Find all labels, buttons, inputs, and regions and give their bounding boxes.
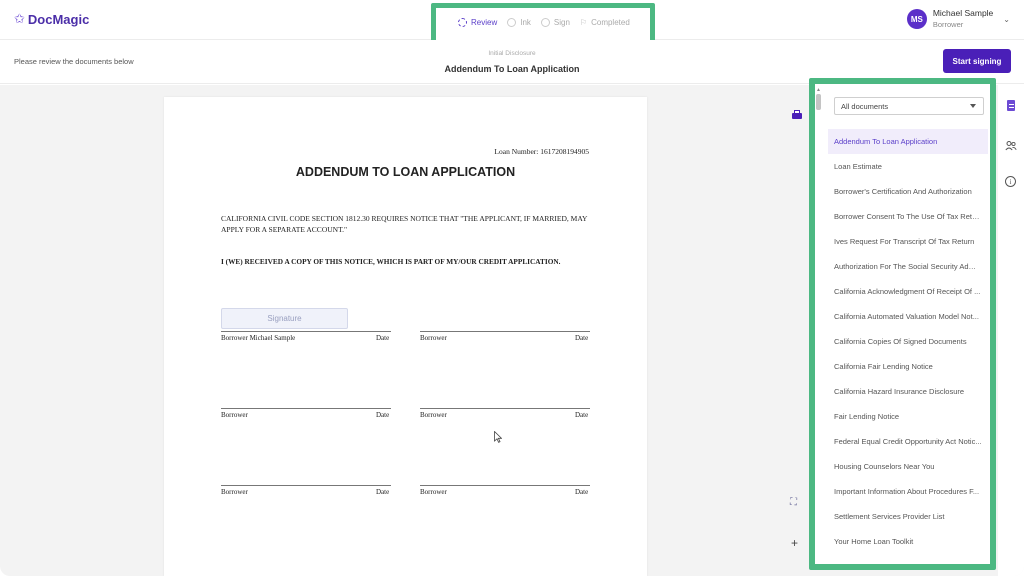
fit-screen-icon[interactable]: ⛶	[790, 497, 802, 509]
step-circle-icon	[507, 18, 517, 27]
steps-highlight-box: Review Ink Sign ⚐ Completed	[431, 3, 655, 45]
chevron-down-icon[interactable]: ⌄	[1003, 15, 1010, 24]
step-label: Ink	[520, 18, 531, 27]
scrollbar-thumb[interactable]	[816, 94, 821, 110]
signature-field-button[interactable]: Signature	[221, 308, 348, 329]
borrower-label: Borrower	[221, 488, 248, 496]
borrower-label: Borrower	[420, 334, 447, 342]
mouse-cursor-icon	[494, 431, 502, 443]
signature-line	[420, 331, 590, 332]
flag-icon: ⚐	[579, 18, 588, 27]
step-ink[interactable]: Ink	[507, 18, 531, 27]
document-title: Addendum To Loan Application	[444, 64, 580, 74]
logo[interactable]: ✩ DocMagic	[14, 11, 89, 27]
date-label: Date	[575, 488, 589, 496]
document-list-item[interactable]: Fair Lending Notice	[828, 404, 988, 429]
user-menu[interactable]: MS Michael Sample Borrower ⌄	[906, 8, 1010, 30]
document-list-item[interactable]: Loan Estimate	[828, 154, 988, 179]
printer-icon[interactable]	[790, 110, 804, 122]
document-list-item[interactable]: Borrower's Certification And Authorizati…	[828, 179, 988, 204]
user-name: Michael Sample	[932, 8, 994, 18]
start-signing-button[interactable]: Start signing	[943, 49, 1011, 73]
step-sign[interactable]: Sign	[540, 18, 570, 27]
document-list-item[interactable]: Ives Request For Transcript Of Tax Retur…	[828, 229, 988, 254]
document-category: Initial Disclosure	[488, 50, 536, 57]
step-label: Sign	[553, 18, 570, 27]
step-completed[interactable]: ⚐ Completed	[580, 18, 630, 27]
scroll-up-icon[interactable]: ▲	[816, 87, 821, 93]
select-value: All documents	[841, 102, 889, 111]
step-label: Completed	[591, 18, 630, 27]
date-label: Date	[575, 334, 589, 342]
page-heading: ADDENDUM TO LOAN APPLICATION	[295, 165, 516, 179]
document-list-item[interactable]: Important Information About Procedures F…	[828, 479, 988, 504]
document-list-item[interactable]: Addendum To Loan Application	[828, 129, 988, 154]
date-label: Date	[376, 334, 390, 342]
notice-paragraph: CALIFORNIA CIVIL CODE SECTION 1812.30 RE…	[221, 214, 588, 234]
document-list-item[interactable]: Your Home Loan Toolkit	[828, 529, 988, 554]
borrower-label: Borrower	[221, 411, 248, 419]
document-list-item[interactable]: California Copies Of Signed Documents	[828, 329, 988, 354]
signature-line	[221, 408, 391, 409]
receipt-paragraph: I (WE) RECEIVED A COPY OF THIS NOTICE, W…	[221, 257, 561, 266]
borrower-label: Borrower	[420, 488, 447, 496]
logo-text: DocMagic	[27, 11, 90, 27]
document-list-item[interactable]: California Automated Valuation Model Not…	[828, 304, 988, 329]
borrower-label: Borrower	[420, 411, 447, 419]
document-list-item[interactable]: Borrower Consent To The Use Of Tax Retur…	[828, 204, 988, 229]
caret-down-icon	[970, 104, 976, 108]
app-frame: ✩ DocMagic MS Michael Sample Borrower ⌄ …	[0, 0, 1024, 576]
document-filter-select[interactable]: All documents	[834, 97, 984, 115]
date-label: Date	[376, 488, 390, 496]
date-label: Date	[575, 411, 589, 419]
step-label: Review	[471, 18, 498, 27]
step-circle-icon	[540, 18, 550, 27]
document-list-item[interactable]: California Hazard Insurance Disclosure	[828, 379, 988, 404]
document-list-item[interactable]: Settlement Services Provider List	[828, 504, 988, 529]
signature-line	[420, 408, 590, 409]
progress-steps: Review Ink Sign ⚐ Completed	[458, 18, 640, 27]
document-list: Addendum To Loan Application Loan Estima…	[828, 129, 988, 554]
zoom-in-icon[interactable]: +	[791, 536, 798, 550]
document-list-item[interactable]: Housing Counselors Near You	[828, 454, 988, 479]
info-icon[interactable]: i	[1005, 176, 1016, 187]
document-list-item[interactable]: California Fair Lending Notice	[828, 354, 988, 379]
borrower-label: Borrower Michael Sample	[221, 334, 296, 342]
document-list-item[interactable]: Federal Equal Credit Opportunity Act Not…	[828, 429, 988, 454]
step-spinner-icon	[458, 18, 467, 27]
document-list-item[interactable]: Authorization For The Social Security Ad…	[828, 254, 988, 279]
date-label: Date	[376, 411, 390, 419]
document-page: Loan Number: 1617208194905 ADDENDUM TO L…	[164, 97, 647, 576]
signature-line	[420, 485, 590, 486]
user-role: Borrower	[932, 20, 964, 29]
document-list-item[interactable]: California Acknowledgment Of Receipt Of …	[828, 279, 988, 304]
avatar: MS	[906, 9, 927, 29]
signature-line	[221, 331, 391, 332]
step-review[interactable]: Review	[458, 18, 497, 27]
signature-line	[221, 485, 391, 486]
people-icon[interactable]	[1005, 140, 1017, 152]
star-logo-icon: ✩	[14, 11, 25, 26]
right-rail: i	[998, 85, 1024, 576]
loan-number: Loan Number: 1617208194905	[494, 147, 589, 156]
document-icon[interactable]	[1005, 100, 1017, 112]
